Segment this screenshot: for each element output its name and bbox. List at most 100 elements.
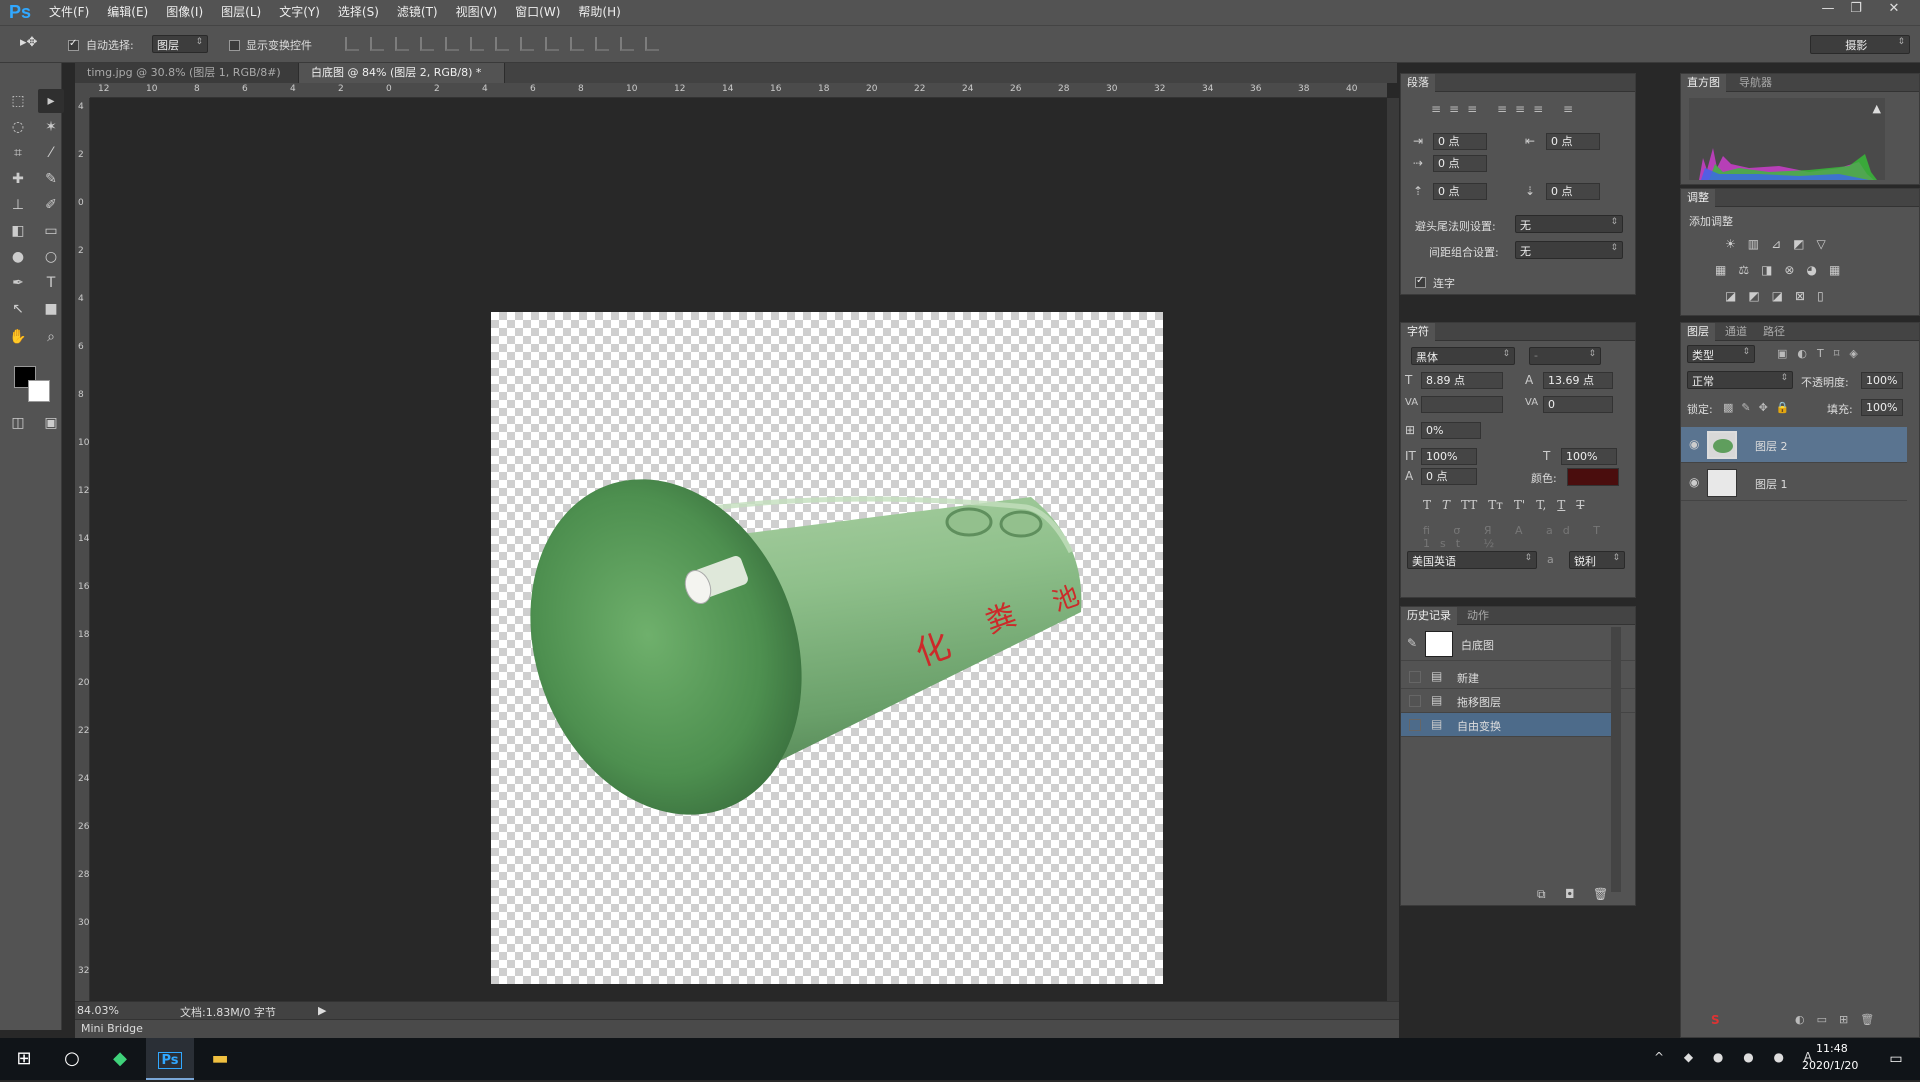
auto-select-checkbox[interactable]: [68, 38, 79, 52]
distribute-right-icon[interactable]: [620, 37, 634, 51]
history-brush-box[interactable]: [1409, 671, 1421, 683]
tab-baidi[interactable]: 白底图 @ 84% (图层 2, RGB/8) * ×: [299, 63, 505, 99]
history-item-1[interactable]: ▤ 拖移图层: [1401, 689, 1635, 713]
strikethrough-button[interactable]: T: [1576, 498, 1584, 512]
small-caps-button[interactable]: Tт: [1488, 498, 1503, 512]
history-brush-box[interactable]: [1409, 719, 1421, 731]
space-before-field[interactable]: 0 点: [1433, 183, 1487, 200]
align-left-icon[interactable]: [420, 37, 434, 51]
space-after-field[interactable]: 0 点: [1546, 183, 1600, 200]
text-color-swatch[interactable]: [1567, 468, 1619, 486]
menu-view[interactable]: 视图(V): [447, 0, 507, 25]
quick-mask-icon[interactable]: ◫: [5, 411, 31, 435]
tab-channels[interactable]: 通道: [1719, 323, 1753, 341]
lasso-tool-icon[interactable]: ◌: [5, 115, 31, 139]
mojikumi-dropdown[interactable]: 无: [1515, 241, 1623, 259]
kinsoku-dropdown[interactable]: 无: [1515, 215, 1623, 233]
background-color-swatch[interactable]: [28, 380, 50, 402]
indent-right-field[interactable]: 0 点: [1546, 133, 1600, 150]
lock-icons[interactable]: ▩✎✥🔒: [1723, 401, 1798, 414]
distribute-left-icon[interactable]: [570, 37, 584, 51]
faux-italic-button[interactable]: T: [1442, 498, 1450, 512]
show-transform-checkbox[interactable]: [229, 38, 240, 52]
vertical-scale-field[interactable]: 100%: [1421, 448, 1477, 465]
history-brush-source-icon[interactable]: ✎: [1407, 636, 1417, 650]
healing-brush-icon[interactable]: ✚: [5, 167, 31, 191]
language-dropdown[interactable]: 美国英语: [1407, 551, 1537, 569]
tab-timg[interactable]: timg.jpg @ 30.8% (图层 1, RGB/8#) * ×: [75, 63, 299, 99]
adjustment-row-2[interactable]: ▦⚖◨⊗◕▦: [1715, 263, 1852, 277]
ime-sogou-icon[interactable]: S: [1711, 1013, 1720, 1027]
magic-wand-icon[interactable]: ✶: [38, 115, 64, 139]
tab-character[interactable]: 字符: [1401, 323, 1435, 341]
blur-tool-icon[interactable]: ●: [5, 245, 31, 269]
path-select-icon[interactable]: ↖: [5, 297, 31, 321]
status-menu-arrow-icon[interactable]: ▶: [318, 1004, 326, 1017]
tsume-field[interactable]: 0%: [1421, 422, 1481, 439]
new-document-from-state-icon[interactable]: ⧉: [1537, 887, 1546, 902]
align-vcenter-icon[interactable]: [370, 37, 384, 51]
eye-icon[interactable]: ◉: [1689, 437, 1699, 451]
dodge-tool-icon[interactable]: ○: [38, 245, 64, 269]
hand-tool-icon[interactable]: ✋: [5, 325, 31, 349]
close-icon[interactable]: ✕: [1880, 0, 1908, 20]
stamp-tool-icon[interactable]: ⊥: [5, 193, 31, 217]
eye-icon[interactable]: ◉: [1689, 475, 1699, 489]
minimize-icon[interactable]: —: [1814, 0, 1842, 20]
menu-file[interactable]: 文件(F): [40, 0, 98, 25]
font-family-dropdown[interactable]: 黑体: [1411, 347, 1515, 365]
tab-adjustments[interactable]: 调整: [1681, 189, 1715, 207]
menu-layer[interactable]: 图层(L): [212, 0, 270, 25]
zoom-level[interactable]: 84.03%: [77, 1004, 119, 1017]
opacity-field[interactable]: 100%: [1861, 372, 1903, 389]
indent-first-field[interactable]: 0 点: [1433, 155, 1487, 172]
canvas-workspace[interactable]: 化 粪 池: [90, 98, 1387, 1001]
new-snapshot-icon[interactable]: ◘: [1565, 887, 1575, 901]
vertical-scrollbar[interactable]: [1387, 98, 1399, 1001]
menu-edit[interactable]: 编辑(E): [98, 0, 157, 25]
trash-icon[interactable]: 🗑: [1593, 887, 1608, 901]
distribute-hcenter-icon[interactable]: [595, 37, 609, 51]
auto-align-icon[interactable]: [645, 37, 659, 51]
opentype-buttons[interactable]: ﬁ σ Я A ad T 1st ½: [1423, 524, 1635, 550]
photoshop-taskbar-icon[interactable]: Ps: [146, 1038, 194, 1080]
align-right-icon[interactable]: [470, 37, 484, 51]
menu-type[interactable]: 文字(Y): [270, 0, 329, 25]
align-hcenter-icon[interactable]: [445, 37, 459, 51]
layer-filter-dropdown[interactable]: 类型: [1687, 345, 1755, 363]
brush-tool-icon[interactable]: ✎: [38, 167, 64, 191]
indent-left-field[interactable]: 0 点: [1433, 133, 1487, 150]
menu-filter[interactable]: 滤镜(T): [388, 0, 447, 25]
document-canvas[interactable]: 化 粪 池: [491, 312, 1163, 984]
font-size-field[interactable]: 8.89 点: [1421, 372, 1503, 389]
tab-actions[interactable]: 动作: [1461, 607, 1495, 625]
mini-bridge-tab[interactable]: Mini Bridge: [81, 1022, 143, 1035]
underline-button[interactable]: T: [1557, 498, 1565, 512]
history-brush-icon[interactable]: ✐: [38, 193, 64, 217]
layer-filter-icons[interactable]: ▣◐T⌑◈: [1777, 347, 1868, 360]
workspace-dropdown[interactable]: 摄影: [1810, 35, 1910, 54]
font-style-dropdown[interactable]: -: [1529, 347, 1601, 365]
distribute-top-icon[interactable]: [495, 37, 509, 51]
leading-field[interactable]: 13.69 点: [1543, 372, 1613, 389]
move-tool-icon[interactable]: ▸: [38, 89, 64, 113]
tab-layers[interactable]: 图层: [1681, 323, 1715, 341]
history-item-2[interactable]: ▤ 自由变换: [1401, 713, 1621, 737]
anti-alias-dropdown[interactable]: 锐利: [1569, 551, 1625, 569]
subscript-button[interactable]: T,: [1536, 498, 1546, 512]
blend-mode-dropdown[interactable]: 正常: [1687, 371, 1793, 389]
history-scrollbar[interactable]: [1611, 627, 1621, 892]
auto-select-dropdown[interactable]: 图层: [152, 35, 208, 53]
eyedropper-icon[interactable]: ⁄: [38, 141, 64, 165]
baseline-shift-field[interactable]: 0 点: [1421, 468, 1477, 485]
adjustment-row-3[interactable]: ◪◩◪⊠▯: [1725, 289, 1836, 303]
move-tool-icon[interactable]: ▸✥: [20, 35, 37, 50]
menu-window[interactable]: 窗口(W): [506, 0, 569, 25]
type-tool-icon[interactable]: T: [38, 271, 64, 295]
paragraph-align-icons[interactable]: ≡≡≡ ≡≡≡ ≡: [1431, 102, 1581, 116]
distribute-vcenter-icon[interactable]: [520, 37, 534, 51]
restore-icon[interactable]: ❐: [1842, 0, 1870, 20]
distribute-bottom-icon[interactable]: [545, 37, 559, 51]
history-brush-box[interactable]: [1409, 695, 1421, 707]
fill-field[interactable]: 100%: [1861, 399, 1903, 416]
